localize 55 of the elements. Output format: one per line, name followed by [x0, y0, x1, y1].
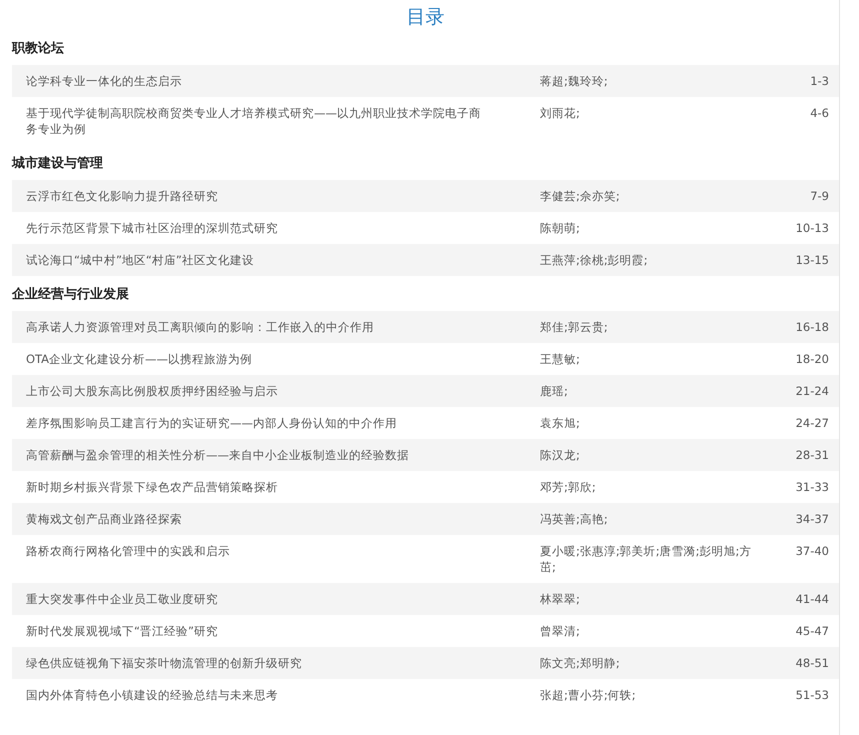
article-pages: 1-3: [809, 73, 829, 89]
article-pages: 10-13: [794, 220, 829, 236]
article-authors: 李健芸;佘亦笑;: [540, 188, 621, 204]
section-heading: 城市建设与管理: [12, 155, 104, 173]
article-title-link[interactable]: 新时代发展观视域下“晋江经验”研究: [26, 623, 484, 639]
article-pages: 7-9: [809, 188, 829, 204]
article-title-link[interactable]: 试论海口“城中村”地区“村庙”社区文化建设: [26, 252, 484, 268]
article-authors: 曾翠清;: [540, 623, 581, 639]
article-pages: 28-31: [794, 447, 829, 463]
article-authors: 陈汉龙;: [540, 447, 581, 463]
article-title-link[interactable]: 路桥农商行网格化管理中的实践和启示: [26, 543, 484, 575]
article-title-link[interactable]: 云浮市红色文化影响力提升路径研究: [26, 188, 484, 204]
article-title-link[interactable]: OTA企业文化建设分析——以携程旅游为例: [26, 351, 484, 367]
article-pages: 41-44: [794, 591, 829, 607]
article-authors: 陈朝萌;: [540, 220, 581, 236]
article-title-link[interactable]: 新时期乡村振兴背景下绿色农产品营销策略探析: [26, 479, 484, 495]
article-authors: 王燕萍;徐桃;彭明霞;: [540, 252, 649, 268]
article-pages: 16-18: [794, 319, 829, 335]
article-pages: 4-6: [809, 105, 829, 122]
article-authors: 张超;曹小芬;何轶;: [540, 687, 637, 703]
article-title-link[interactable]: 重大突发事件中企业员工敬业度研究: [26, 591, 484, 607]
article-pages: 34-37: [794, 511, 829, 527]
article-pages: 24-27: [794, 415, 829, 431]
article-authors: 林翠翠;: [540, 591, 581, 607]
article-title-link[interactable]: 绿色供应链视角下福安茶叶物流管理的创新升级研究: [26, 655, 484, 671]
article-title-link[interactable]: 黄梅戏文创产品商业路径探索: [26, 511, 484, 527]
article-authors: 夏小暖;张惠淳;郭美圻;唐雪漪;彭明旭;方茁;: [540, 543, 752, 575]
page-title: 目录: [406, 5, 446, 30]
article-pages: 45-47: [794, 623, 829, 639]
article-title-link[interactable]: 上市公司大股东高比例股权质押纾困经验与启示: [26, 383, 484, 399]
article-pages: 21-24: [794, 383, 829, 399]
article-authors: 邓芳;郭欣;: [540, 479, 597, 495]
article-authors: 郑佳;郭云贵;: [540, 319, 609, 335]
article-title-link[interactable]: 论学科专业一体化的生态启示: [26, 73, 484, 89]
section-heading: 企业经营与行业发展: [12, 286, 130, 304]
article-pages: 18-20: [794, 351, 829, 367]
article-authors: 袁东旭;: [540, 415, 581, 431]
article-pages: 37-40: [794, 543, 829, 560]
article-title-link[interactable]: 基于现代学徒制高职院校商贸类专业人才培养模式研究——以九州职业技术学院电子商务专业为例: [26, 105, 484, 137]
article-authors: 蒋超;魏玲玲;: [540, 73, 609, 89]
section-heading: 职教论坛: [12, 40, 65, 58]
article-title-link[interactable]: 先行示范区背景下城市社区治理的深圳范式研究: [26, 220, 484, 236]
article-title-link[interactable]: 差序氛围影响员工建言行为的实证研究——内部人身份认知的中介作用: [26, 415, 484, 431]
article-pages: 13-15: [794, 252, 829, 268]
article-authors: 冯英善;高艳;: [540, 511, 609, 527]
article-pages: 48-51: [794, 655, 829, 671]
article-title-link[interactable]: 国内外体育特色小镇建设的经验总结与未来思考: [26, 687, 484, 703]
article-pages: 51-53: [794, 687, 829, 703]
article-authors: 鹿瑶;: [540, 383, 569, 399]
article-authors: 王慧敏;: [540, 351, 581, 367]
article-authors: 陈文亮;郑明静;: [540, 655, 621, 671]
article-pages: 31-33: [794, 479, 829, 495]
article-title-link[interactable]: 高承诺人力资源管理对员工离职倾向的影响：工作嵌入的中介作用: [26, 319, 484, 335]
article-title-link[interactable]: 高管薪酬与盈余管理的相关性分析——来自中小企业板制造业的经验数据: [26, 447, 484, 463]
article-authors: 刘雨花;: [540, 105, 581, 122]
